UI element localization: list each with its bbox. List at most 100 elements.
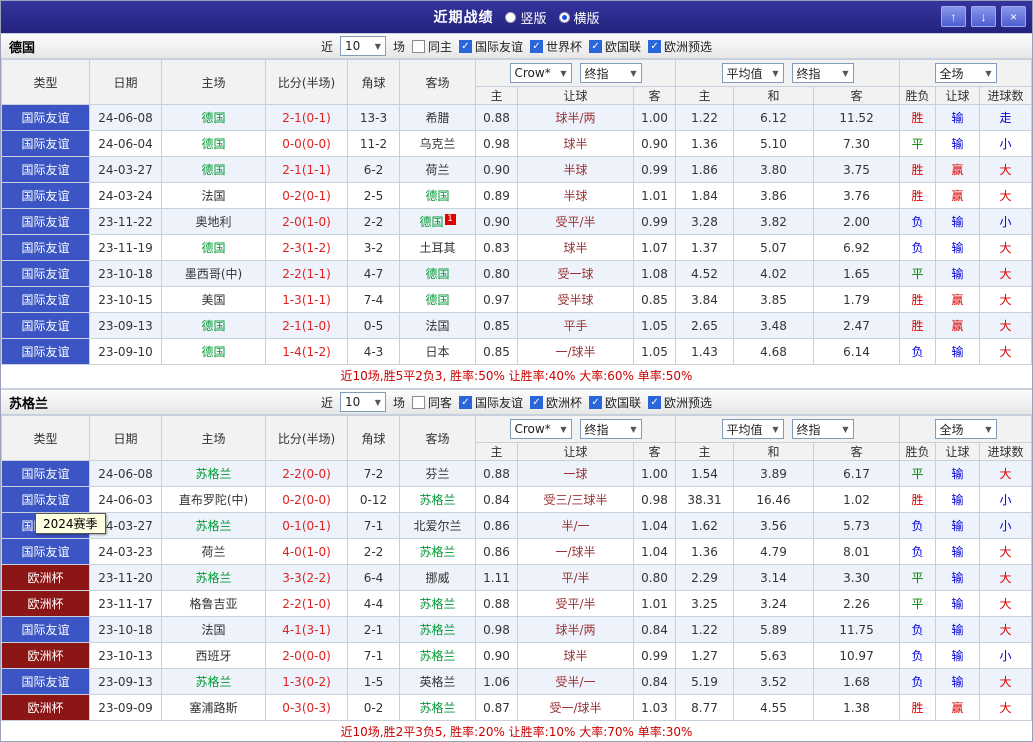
layout-radio-vertical[interactable]: 竖版: [505, 8, 546, 27]
away-team-cell[interactable]: 苏格兰: [400, 487, 476, 513]
away-team-cell[interactable]: 英格兰: [400, 669, 476, 695]
team-name[interactable]: 德国: [201, 241, 225, 255]
team-name[interactable]: 德国: [425, 189, 449, 203]
final-odds-dropdown[interactable]: 终指▼: [580, 419, 642, 439]
away-team-cell[interactable]: 德国: [400, 261, 476, 287]
home-team-cell[interactable]: 德国: [162, 105, 266, 131]
team-name[interactable]: 塞浦路斯: [189, 701, 237, 715]
away-team-cell[interactable]: 苏格兰: [400, 539, 476, 565]
competition-checkbox-friendly[interactable]: 国际友谊: [459, 394, 523, 411]
fulltime-dropdown[interactable]: 全场▼: [935, 419, 997, 439]
team-name[interactable]: 芬兰: [425, 467, 449, 481]
home-team-cell[interactable]: 德国: [162, 313, 266, 339]
away-team-cell[interactable]: 德国1: [400, 209, 476, 235]
away-team-cell[interactable]: 土耳其: [400, 235, 476, 261]
home-team-cell[interactable]: 墨西哥(中): [162, 261, 266, 287]
team-name[interactable]: 苏格兰: [195, 571, 231, 585]
team-name[interactable]: 土耳其: [419, 241, 455, 255]
away-team-cell[interactable]: 苏格兰: [400, 695, 476, 721]
move-down-button[interactable]: ↓: [971, 6, 996, 27]
team-name[interactable]: 格鲁吉亚: [189, 597, 237, 611]
away-team-cell[interactable]: 苏格兰: [400, 643, 476, 669]
home-team-cell[interactable]: 苏格兰: [162, 513, 266, 539]
match-count-dropdown[interactable]: 10▼: [340, 36, 386, 56]
average-dropdown[interactable]: 平均值▼: [722, 419, 784, 439]
team-name[interactable]: 英格兰: [419, 675, 455, 689]
competition-checkbox-euroqualifier[interactable]: 欧洲预选: [648, 394, 712, 411]
team-name[interactable]: 挪威: [425, 571, 449, 585]
team-name[interactable]: 德国: [425, 267, 449, 281]
home-team-cell[interactable]: 德国: [162, 339, 266, 365]
layout-radio-horizontal[interactable]: 横版: [559, 8, 600, 27]
away-team-cell[interactable]: 德国: [400, 287, 476, 313]
away-team-cell[interactable]: 苏格兰: [400, 591, 476, 617]
competition-checkbox-worldcup[interactable]: 世界杯: [530, 38, 582, 55]
match-count-dropdown[interactable]: 10▼: [340, 392, 386, 412]
competition-checkbox-nationsleague[interactable]: 欧国联: [589, 38, 641, 55]
away-team-cell[interactable]: 北爱尔兰: [400, 513, 476, 539]
team-name[interactable]: 苏格兰: [195, 467, 231, 481]
team-name[interactable]: 希腊: [425, 111, 449, 125]
away-team-cell[interactable]: 芬兰: [400, 461, 476, 487]
team-name[interactable]: 苏格兰: [419, 597, 455, 611]
fulltime-dropdown[interactable]: 全场▼: [935, 63, 997, 83]
away-team-cell[interactable]: 希腊: [400, 105, 476, 131]
final-odds-dropdown-2[interactable]: 终指▼: [792, 63, 854, 83]
final-odds-dropdown-2[interactable]: 终指▼: [792, 419, 854, 439]
home-team-cell[interactable]: 德国: [162, 235, 266, 261]
team-name[interactable]: 日本: [425, 345, 449, 359]
same-away-checkbox[interactable]: 同客: [412, 394, 452, 411]
team-name[interactable]: 德国: [201, 345, 225, 359]
home-team-cell[interactable]: 塞浦路斯: [162, 695, 266, 721]
competition-checkbox-nationsleague[interactable]: 欧国联: [589, 394, 641, 411]
team-name[interactable]: 德国: [201, 163, 225, 177]
bookmaker-dropdown[interactable]: Crow*▼: [510, 419, 572, 439]
team-name[interactable]: 德国: [201, 319, 225, 333]
home-team-cell[interactable]: 苏格兰: [162, 669, 266, 695]
competition-checkbox-friendly[interactable]: 国际友谊: [459, 38, 523, 55]
competition-checkbox-eurocup[interactable]: 欧洲杯: [530, 394, 582, 411]
team-name[interactable]: 墨西哥(中): [185, 267, 242, 281]
team-name[interactable]: 苏格兰: [419, 623, 455, 637]
away-team-cell[interactable]: 日本: [400, 339, 476, 365]
average-dropdown[interactable]: 平均值▼: [722, 63, 784, 83]
team-name[interactable]: 法国: [201, 189, 225, 203]
team-name[interactable]: 荷兰: [201, 545, 225, 559]
home-team-cell[interactable]: 法国: [162, 617, 266, 643]
team-name[interactable]: 德国: [425, 293, 449, 307]
final-odds-dropdown[interactable]: 终指▼: [580, 63, 642, 83]
team-name[interactable]: 西班牙: [195, 649, 231, 663]
team-name[interactable]: 德国: [201, 137, 225, 151]
home-team-cell[interactable]: 德国: [162, 157, 266, 183]
home-team-cell[interactable]: 直布罗陀(中): [162, 487, 266, 513]
same-home-checkbox[interactable]: 同主: [412, 38, 452, 55]
team-name[interactable]: 苏格兰: [195, 675, 231, 689]
team-name[interactable]: 德国: [419, 215, 443, 229]
away-team-cell[interactable]: 荷兰: [400, 157, 476, 183]
home-team-cell[interactable]: 苏格兰: [162, 565, 266, 591]
team-name[interactable]: 法国: [201, 623, 225, 637]
team-name[interactable]: 美国: [201, 293, 225, 307]
team-name[interactable]: 法国: [425, 319, 449, 333]
team-name[interactable]: 苏格兰: [419, 701, 455, 715]
close-button[interactable]: ×: [1001, 6, 1026, 27]
away-team-cell[interactable]: 挪威: [400, 565, 476, 591]
away-team-cell[interactable]: 苏格兰: [400, 617, 476, 643]
away-team-cell[interactable]: 德国: [400, 183, 476, 209]
away-team-cell[interactable]: 乌克兰: [400, 131, 476, 157]
team-name[interactable]: 苏格兰: [419, 493, 455, 507]
team-name[interactable]: 荷兰: [425, 163, 449, 177]
home-team-cell[interactable]: 荷兰: [162, 539, 266, 565]
team-name[interactable]: 乌克兰: [419, 137, 455, 151]
team-name[interactable]: 苏格兰: [419, 649, 455, 663]
competition-checkbox-euroqualifier[interactable]: 欧洲预选: [648, 38, 712, 55]
away-team-cell[interactable]: 法国: [400, 313, 476, 339]
team-name[interactable]: 北爱尔兰: [413, 519, 461, 533]
home-team-cell[interactable]: 奥地利: [162, 209, 266, 235]
home-team-cell[interactable]: 苏格兰: [162, 461, 266, 487]
home-team-cell[interactable]: 美国: [162, 287, 266, 313]
home-team-cell[interactable]: 西班牙: [162, 643, 266, 669]
team-name[interactable]: 苏格兰: [419, 545, 455, 559]
home-team-cell[interactable]: 德国: [162, 131, 266, 157]
move-up-button[interactable]: ↑: [941, 6, 966, 27]
